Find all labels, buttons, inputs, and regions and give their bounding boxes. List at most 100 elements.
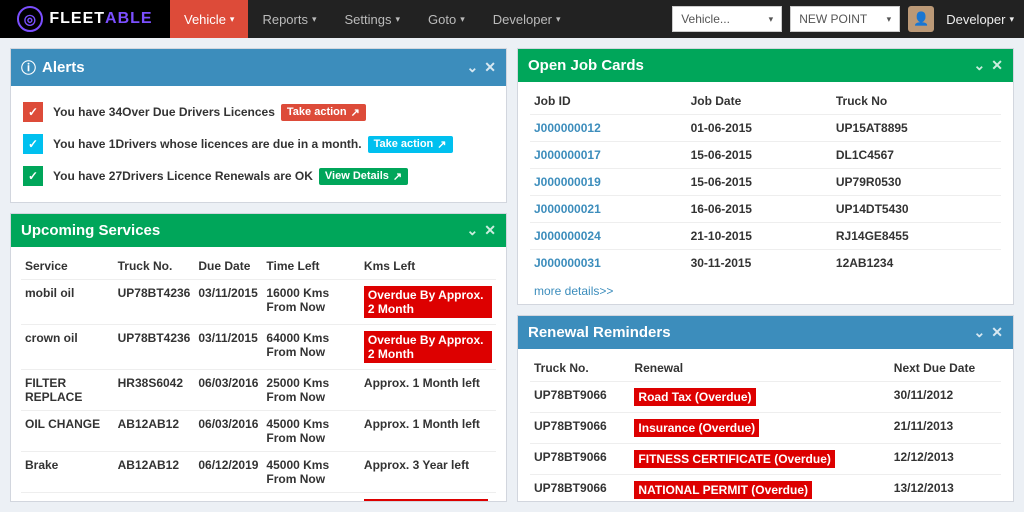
info-icon: ⓘ [21, 57, 36, 78]
services-header: Upcoming Services ⌄ ✕ [11, 214, 506, 247]
cell-duedate: 12/12/2013 [890, 444, 1001, 475]
overdue-badge: Overdue By Approx. 2 Month [364, 286, 492, 318]
services-title: Upcoming Services [21, 222, 160, 239]
cell-jobdate: 01-06-2015 [687, 115, 832, 142]
cell-kmsleft: Approx. 1 Month left [360, 370, 496, 411]
table-row: mobil oilUP78BT423603/11/201516000 Kms F… [21, 280, 496, 325]
right-column: Open Job Cards ⌄ ✕ Job IDJob DateTruck N… [517, 48, 1014, 502]
cell-jobdate: 21-10-2015 [687, 223, 832, 250]
table-row: FILTER REPLACEHR38S604206/03/201625000 K… [21, 370, 496, 411]
cell-timeleft: 64000 Kms From Now [262, 325, 359, 370]
cell-duedate: 06/12/2019 [194, 452, 262, 493]
renewals-body: Truck No.RenewalNext Due DateUP78BT9066R… [518, 349, 1013, 501]
left-column: ⓘ Alerts ⌄ ✕ ✓You have 34Over Due Driver… [10, 48, 507, 502]
alert-action-button[interactable]: View Details ↗ [319, 168, 408, 185]
cell-timeleft: 50 Kms From Now [262, 493, 359, 502]
cell-duedate: 13/12/2013 [890, 475, 1001, 502]
table-row: OIL CHANGEAB12AB1206/03/201645000 Kms Fr… [21, 411, 496, 452]
cell-jobid[interactable]: J000000019 [530, 169, 687, 196]
col-header: Kms Left [360, 253, 496, 280]
jobs-header: Open Job Cards ⌄ ✕ [518, 49, 1013, 82]
collapse-icon[interactable]: ⌄ [974, 57, 986, 74]
cell-jobid[interactable]: J000000024 [530, 223, 687, 250]
cell-truck: AB12AB12 [114, 452, 195, 493]
cell-jobdate: 30-11-2015 [687, 250, 832, 277]
jobs-body: Job IDJob DateTruck NoJ00000001201-06-20… [518, 82, 1013, 304]
table-row: UP78BT9066Road Tax (Overdue)30/11/2012 [530, 382, 1001, 413]
cell-timeleft: 45000 Kms From Now [262, 452, 359, 493]
col-header: Next Due Date [890, 355, 1001, 382]
renewals-title: Renewal Reminders [528, 324, 671, 341]
check-icon: ✓ [23, 166, 43, 186]
cell-service: TYRE CHANGE [21, 493, 114, 502]
jobs-more-link[interactable]: more details>> [530, 276, 1001, 298]
close-icon[interactable]: ✕ [991, 57, 1003, 74]
cell-truck: HR38S6042 [114, 370, 195, 411]
nav-item-vehicle[interactable]: Vehicle▾ [170, 0, 248, 38]
cell-renewal: Road Tax (Overdue) [630, 382, 889, 413]
cell-truck: UP78BT9066 [530, 382, 630, 413]
close-icon[interactable]: ✕ [484, 59, 496, 76]
jobs-table: Job IDJob DateTruck NoJ00000001201-06-20… [530, 88, 1001, 276]
collapse-icon[interactable]: ⌄ [974, 324, 986, 341]
brand-logo[interactable]: FLEETABLE [0, 0, 170, 38]
alerts-panel: ⓘ Alerts ⌄ ✕ ✓You have 34Over Due Driver… [10, 48, 507, 203]
caret-down-icon: ▾ [312, 14, 317, 25]
cell-service: FILTER REPLACE [21, 370, 114, 411]
check-icon: ✓ [23, 102, 43, 122]
table-row: J00000001715-06-2015DL1C4567 [530, 142, 1001, 169]
nav-item-developer[interactable]: Developer ▾ [479, 0, 575, 38]
cell-service: crown oil [21, 325, 114, 370]
cell-kmsleft: Overdue By Approx. 2 Month [360, 325, 496, 370]
vehicle-select[interactable]: Vehicle... ▾ [672, 6, 782, 32]
caret-down-icon: ▾ [556, 14, 561, 25]
nav-label: Developer [493, 12, 552, 27]
table-row: J00000001915-06-2015UP79R0530 [530, 169, 1001, 196]
nav-label: Reports [262, 12, 308, 27]
alert-row: ✓You have 27Drivers Licence Renewals are… [23, 160, 494, 192]
cell-duedate: 06/03/2016 [194, 411, 262, 452]
overdue-badge: NATIONAL PERMIT (Overdue) [634, 481, 812, 499]
cell-service: Brake [21, 452, 114, 493]
cell-jobid[interactable]: J000000031 [530, 250, 687, 277]
alert-action-button[interactable]: Take action ↗ [281, 104, 366, 121]
user-name: Developer [946, 12, 1005, 27]
caret-down-icon: ▾ [887, 14, 892, 25]
alerts-title: Alerts [42, 59, 85, 76]
nav-label: Goto [428, 12, 456, 27]
topbar: FLEETABLE Vehicle▾Reports▾Settings▾Goto▾… [0, 0, 1024, 38]
brand-text-2: ABLE [105, 10, 153, 28]
point-select[interactable]: NEW POINT ▾ [790, 6, 900, 32]
close-icon[interactable]: ✕ [991, 324, 1003, 341]
nav-label: Settings [345, 12, 392, 27]
cell-jobid[interactable]: J000000012 [530, 115, 687, 142]
alert-row: ✓You have 1Drivers whose licences are du… [23, 128, 494, 160]
collapse-icon[interactable]: ⌄ [467, 59, 479, 76]
jobs-title: Open Job Cards [528, 57, 644, 74]
cell-kmsleft: Overdue By 12 Days [360, 493, 496, 502]
nav-item-reports[interactable]: Reports ▾ [248, 0, 330, 38]
collapse-icon[interactable]: ⌄ [467, 222, 479, 239]
avatar[interactable]: 👤 [908, 6, 934, 32]
close-icon[interactable]: ✕ [484, 222, 496, 239]
cell-timeleft: 16000 Kms From Now [262, 280, 359, 325]
caret-down-icon: ▾ [396, 14, 401, 25]
user-menu[interactable]: Developer ▾ [946, 12, 1014, 27]
col-header: Renewal [630, 355, 889, 382]
table-row: UP78BT9066NATIONAL PERMIT (Overdue) 13/12… [530, 475, 1001, 502]
brand-text-1: FLEET [49, 10, 105, 28]
nav-item-settings[interactable]: Settings ▾ [331, 0, 415, 38]
nav-item-goto[interactable]: Goto▾ [414, 0, 479, 38]
cell-truck: UP78BT9066 [530, 444, 630, 475]
share-icon: ↗ [351, 106, 360, 119]
alerts-body: ✓You have 34Over Due Drivers LicencesTak… [11, 86, 506, 202]
cell-jobid[interactable]: J000000017 [530, 142, 687, 169]
cell-duedate: 21/11/2013 [890, 413, 1001, 444]
col-header: Truck No [832, 88, 1001, 115]
cell-truck: UP78BT9066 [530, 475, 630, 502]
cell-service: mobil oil [21, 280, 114, 325]
alert-action-button[interactable]: Take action ↗ [368, 136, 453, 153]
col-header: Due Date [194, 253, 262, 280]
cell-jobid[interactable]: J000000021 [530, 196, 687, 223]
cell-truck: UP78BT4236 [114, 280, 195, 325]
